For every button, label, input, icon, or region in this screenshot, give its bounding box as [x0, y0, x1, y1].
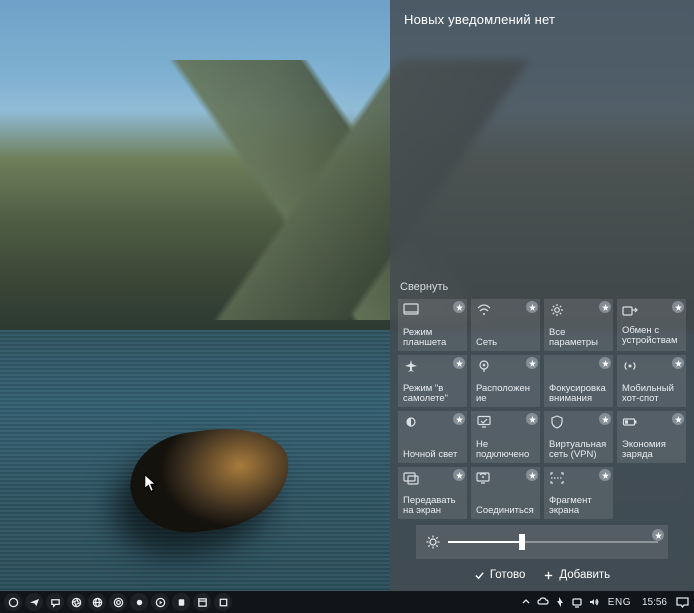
pin-icon[interactable]	[526, 301, 538, 313]
share-icon	[622, 303, 638, 317]
tile-label: Мобильный хот-спот	[622, 384, 681, 404]
location-icon	[476, 359, 492, 373]
tile-location[interactable]: Расположение	[471, 355, 540, 407]
pin-icon[interactable]	[453, 357, 465, 369]
tile-project[interactable]: Передавать на экран	[398, 467, 467, 519]
pin-icon[interactable]	[672, 413, 684, 425]
taskbar-app-shutter-icon[interactable]	[67, 593, 85, 611]
taskbar-app-chat-icon[interactable]	[46, 593, 64, 611]
airplane-icon	[403, 359, 419, 373]
power-tray-icon[interactable]	[553, 595, 567, 609]
tile-airplane[interactable]: Режим "в самолете"	[398, 355, 467, 407]
tile-snip[interactable]: Фрагмент экрана	[544, 467, 613, 519]
tile-focus-assist[interactable]: Фокусировка внимания	[544, 355, 613, 407]
action-center-panel: Новых уведомлений нет Свернуть Режим пла…	[390, 0, 694, 591]
tile-label: Режим "в самолете"	[403, 384, 462, 404]
collapse-quick-actions-link[interactable]: Свернуть	[398, 281, 686, 297]
wifi-icon	[476, 303, 492, 317]
taskbar-clock[interactable]: 15:56	[638, 597, 671, 608]
taskbar-app-globe-icon[interactable]	[88, 593, 106, 611]
pin-icon[interactable]	[599, 469, 611, 481]
add-button-label: Добавить	[559, 569, 610, 581]
tile-label: Соединиться	[476, 506, 535, 516]
pin-icon[interactable]	[672, 357, 684, 369]
add-button[interactable]: Добавить	[543, 569, 610, 581]
action-center-button[interactable]	[674, 595, 690, 609]
pin-icon[interactable]	[526, 357, 538, 369]
tile-night-light[interactable]: Ночной свет	[398, 411, 467, 463]
shield-icon	[549, 415, 565, 429]
tile-label: Ночной свет	[403, 450, 462, 460]
quick-action-tiles: Режим планшета Сеть Все параметры Обмен с у…	[398, 297, 686, 525]
tile-label: Обмен с устройствами	[622, 326, 681, 348]
language-indicator[interactable]: ENG	[604, 597, 635, 608]
brightness-slider-thumb[interactable]	[519, 534, 525, 550]
tile-vpn[interactable]: Виртуальная сеть (VPN)	[544, 411, 613, 463]
tile-settings[interactable]: Все параметры	[544, 299, 613, 351]
action-center-footer: Готово Добавить	[398, 565, 686, 587]
tile-label: Сеть	[476, 338, 535, 348]
vpn-icon	[476, 415, 492, 429]
tile-vpn-status[interactable]: Не подключено	[471, 411, 540, 463]
tile-tablet-mode[interactable]: Режим планшета	[398, 299, 467, 351]
taskbar-app-ring-icon[interactable]	[109, 593, 127, 611]
taskbar-app-circle-icon[interactable]	[4, 593, 22, 611]
done-button[interactable]: Готово	[474, 569, 526, 581]
taskbar-tray: ENG 15:56	[519, 595, 690, 609]
done-button-label: Готово	[490, 569, 526, 581]
tile-battery-saver[interactable]: Экономия заряда	[617, 411, 686, 463]
brightness-slider[interactable]	[448, 541, 658, 543]
moon-icon	[549, 359, 565, 373]
tile-label: Не подключено	[476, 440, 535, 460]
pin-icon[interactable]	[526, 413, 538, 425]
tile-connect[interactable]: Соединиться	[471, 467, 540, 519]
tray-chevron-icon[interactable]	[519, 595, 533, 609]
tile-label: Расположение	[476, 384, 535, 404]
project-icon	[403, 471, 419, 485]
pin-icon[interactable]	[672, 301, 684, 313]
tablet-icon	[403, 303, 419, 317]
tile-label: Передавать на экран	[403, 496, 462, 516]
snip-icon	[549, 471, 565, 485]
taskbar-app-pandora-icon[interactable]	[172, 593, 190, 611]
gear-icon	[549, 303, 565, 317]
taskbar-app-window-icon[interactable]	[193, 593, 211, 611]
taskbar-pinned-apps	[4, 593, 232, 611]
pin-icon[interactable]	[599, 413, 611, 425]
connect-icon	[476, 471, 492, 485]
tile-network[interactable]: Сеть	[471, 299, 540, 351]
pin-icon[interactable]	[526, 469, 538, 481]
onedrive-tray-icon[interactable]	[536, 595, 550, 609]
brightness-icon	[426, 535, 440, 549]
brightness-tile[interactable]	[416, 525, 668, 559]
taskbar-app-telegram-icon[interactable]	[25, 593, 43, 611]
pin-icon[interactable]	[652, 529, 664, 541]
volume-tray-icon[interactable]	[587, 595, 601, 609]
nightlight-icon	[403, 415, 419, 429]
battery-icon	[622, 415, 638, 429]
tile-label: Экономия заряда	[622, 440, 681, 460]
tile-label: Режим планшета	[403, 328, 462, 348]
tile-label: Все параметры	[549, 328, 608, 348]
pin-icon[interactable]	[599, 357, 611, 369]
tile-label: Фокусировка внимания	[549, 384, 608, 404]
tile-hotspot[interactable]: Мобильный хот-спот	[617, 355, 686, 407]
network-tray-icon[interactable]	[570, 595, 584, 609]
tile-label: Виртуальная сеть (VPN)	[549, 440, 608, 460]
tile-share[interactable]: Обмен с устройствами	[617, 299, 686, 351]
pin-icon[interactable]	[453, 301, 465, 313]
taskbar-app-play-icon[interactable]	[151, 593, 169, 611]
pin-icon[interactable]	[599, 301, 611, 313]
tile-label: Фрагмент экрана	[549, 496, 608, 516]
hotspot-icon	[622, 359, 638, 373]
taskbar-app-square-icon[interactable]	[214, 593, 232, 611]
notifications-empty-area	[398, 33, 686, 281]
taskbar-app-dot-icon[interactable]	[130, 593, 148, 611]
action-center-title: Новых уведомлений нет	[398, 8, 686, 33]
pin-icon[interactable]	[453, 413, 465, 425]
taskbar: ENG 15:56	[0, 591, 694, 613]
brightness-slider-fill	[448, 541, 522, 543]
pin-icon[interactable]	[453, 469, 465, 481]
